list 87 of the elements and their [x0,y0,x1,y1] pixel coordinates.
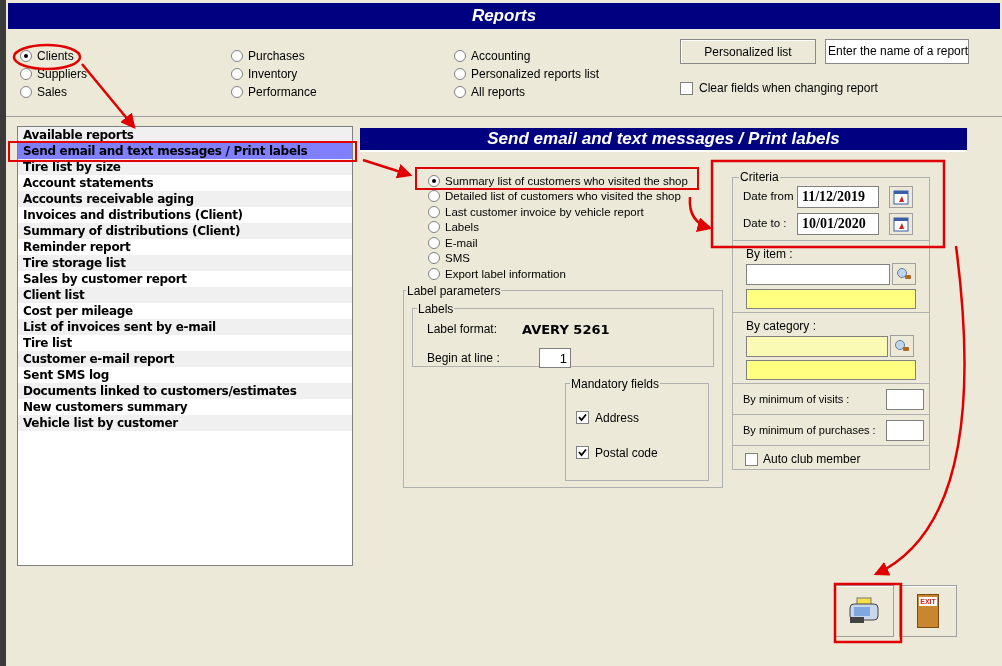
radio-button[interactable] [20,68,32,80]
radio-button[interactable] [231,50,243,62]
radio-label: Last customer invoice by vehicle report [445,205,644,218]
radio-label: Labels [445,221,479,234]
radio-label: Export label information [445,267,566,280]
date-field[interactable]: 10/01/2020 [797,213,879,235]
category-field[interactable] [746,335,888,357]
radio-button[interactable] [428,221,440,234]
radio-label: Personalized reports list [471,66,600,83]
calendar-icon [893,189,909,205]
list-item[interactable]: List of invoices sent by e-mail [18,319,352,335]
radio-label: E-mail [445,236,478,249]
radio-button[interactable] [454,50,466,62]
checkbox-label: Clear fields when changing report [699,80,878,97]
list-item[interactable]: Documents linked to customers/estimates [18,383,352,399]
highlight-frame [833,582,903,644]
date-field[interactable]: 11/12/2019 [797,186,879,208]
annotation-arrow [362,158,413,179]
field-label: Begin at line : [427,350,501,367]
print-button[interactable] [834,584,894,637]
group-legend: Label parameters [406,281,502,300]
group-legend: Mandatory fields [570,374,661,393]
checkbox-label: Address [595,409,640,427]
radio-button[interactable] [428,236,440,249]
search-button[interactable] [890,335,914,357]
search-icon [894,339,910,353]
radio-button[interactable] [454,86,466,98]
panel-title-bar: Send email and text messages / Print labels [360,128,967,152]
radio-label: SMS [445,252,470,265]
annotation-arrow [688,196,713,232]
radio-button[interactable] [20,86,32,98]
list-item[interactable]: Customer e-mail report [18,351,352,367]
radio-label: Detailed list of customers who visited the shop [445,190,681,203]
field-label: By minimum of purchases : [743,422,876,438]
list-item[interactable]: Send email and text messages / Print labels [18,143,352,159]
field-label: Label format: [427,320,499,338]
field-label: By minimum of visits : [743,391,850,407]
field-label: By category : [746,318,818,335]
radio-label: Sales [37,84,68,101]
radio-label: Suppliers [37,66,88,83]
list-item[interactable]: Tire storage list [18,255,352,271]
checkbox[interactable] [576,411,589,424]
search-button[interactable] [892,263,916,285]
number-field[interactable] [886,419,924,441]
radio-label: Clients [37,48,74,65]
checkbox[interactable] [680,81,693,95]
radio-button[interactable] [231,68,243,80]
radio-button[interactable] [428,205,440,218]
number-field[interactable] [886,388,924,410]
radio-label: Accounting [471,48,531,65]
list-item[interactable]: Vehicle list by customer [18,415,352,431]
list-item[interactable]: Accounts receivable aging [18,191,352,207]
radio-button[interactable] [20,50,32,62]
radio-label: Purchases [248,48,305,65]
checkbox[interactable] [576,446,589,459]
list-item[interactable]: Client list [18,287,352,303]
list-item[interactable]: Summary of distributions (Client) [18,223,352,239]
item-field[interactable] [746,263,890,285]
radio-button[interactable] [428,252,440,265]
window-title-bar: Reports [8,3,1000,29]
checkbox-label: Auto club member [763,451,861,468]
field-label: By item : [746,246,794,263]
field-label: Date to : [743,216,788,232]
search-icon [896,267,912,281]
radio-button[interactable] [428,267,440,280]
radio-button[interactable] [231,86,243,98]
personalized-list-button[interactable]: Personalized list [680,39,816,64]
radio-label: Summary list of customers who visited the shop [445,174,688,187]
calendar-button[interactable] [889,213,913,235]
begin-line-field[interactable]: 1 [539,348,571,368]
radio-button[interactable] [454,68,466,80]
field-label: Date from [743,189,795,205]
label-format-value: AVERY 5261 [522,320,610,339]
printer-icon [848,596,880,625]
group-legend: Criteria [739,168,780,186]
report-name-field[interactable]: Enter the name of a report [825,39,969,64]
radio-button[interactable] [428,174,440,187]
annotation-ellipse [12,43,82,71]
radio-label: Performance [248,84,317,101]
calendar-icon [893,216,909,232]
radio-label: Inventory [248,66,298,83]
calendar-button[interactable] [889,186,913,208]
checkbox-label: Postal code [595,444,658,462]
checkbox[interactable] [745,452,758,466]
group-legend: Labels [417,299,455,318]
radio-label: All reports [471,84,526,101]
radio-button[interactable] [428,190,440,203]
